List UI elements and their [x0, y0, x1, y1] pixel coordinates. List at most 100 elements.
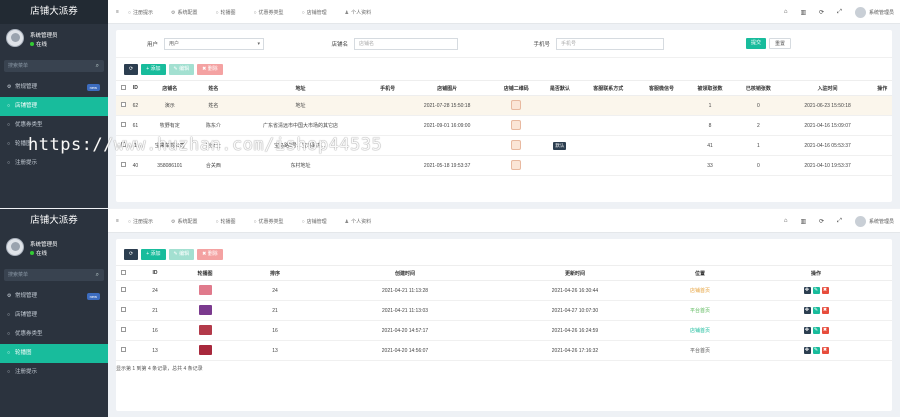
- cell-banner-image[interactable]: [180, 320, 230, 341]
- refresh-icon[interactable]: ⟳: [819, 9, 824, 16]
- cell-qrcode[interactable]: [492, 95, 541, 116]
- banner-thumbnail[interactable]: [198, 344, 212, 355]
- cell-qrcode[interactable]: [492, 115, 541, 136]
- sidebar-item-register-tips[interactable]: ○ 注册提示: [0, 154, 108, 173]
- cell-banner-image[interactable]: [180, 340, 230, 361]
- table-row[interactable]: 13 13 2021-04-20 14:56:07 2021-04-26 17:16:…: [116, 340, 892, 361]
- col-address[interactable]: 地址: [227, 80, 374, 96]
- col-shop-image[interactable]: 店铺图片: [402, 80, 493, 96]
- search-icon[interactable]: ⌕: [96, 60, 99, 72]
- edit-icon[interactable]: ✎: [812, 307, 820, 314]
- delete-icon[interactable]: ✖: [821, 327, 829, 334]
- col-service-contact[interactable]: 客服联系方式: [579, 80, 638, 96]
- tab-shops[interactable]: ○ 店铺管理: [302, 9, 336, 16]
- add-button[interactable]: + 添加: [141, 63, 166, 75]
- user-filter-select[interactable]: 用户 ▾: [164, 37, 264, 50]
- trash-icon[interactable]: ▥: [800, 218, 806, 225]
- tab-system-config[interactable]: ⚙ 系统配置: [171, 218, 207, 225]
- row-checkbox[interactable]: [116, 320, 130, 341]
- banner-thumbnail[interactable]: [198, 304, 212, 315]
- col-sort[interactable]: 排序: [230, 265, 320, 281]
- sidebar-search-input[interactable]: 搜索菜单 ⌕: [4, 60, 104, 72]
- submit-button[interactable]: 提交: [746, 38, 767, 49]
- delete-icon[interactable]: ✖: [821, 347, 829, 354]
- avatar[interactable]: [854, 6, 866, 18]
- col-updated[interactable]: 更新时间: [490, 265, 660, 281]
- tab-system-config[interactable]: ⚙ 系统配置: [171, 9, 207, 16]
- edit-icon[interactable]: ✎: [812, 287, 820, 294]
- add-button[interactable]: + 添加: [141, 248, 166, 260]
- delete-icon[interactable]: ✖: [821, 307, 829, 314]
- cell-qrcode[interactable]: [492, 135, 541, 156]
- tab-coupon-types[interactable]: ○ 优惠券类型: [254, 218, 293, 225]
- sidebar-search-input[interactable]: 搜索菜单 ⌕: [4, 269, 104, 281]
- sidebar-item-coupon-types[interactable]: ○ 优惠券类型: [0, 116, 108, 135]
- refresh-icon[interactable]: ⟳: [819, 218, 824, 225]
- sidebar-item-shops[interactable]: ○ 店铺管理: [0, 306, 108, 325]
- banner-thumbnail[interactable]: [198, 324, 212, 335]
- col-service-wechat[interactable]: 客服微信号: [637, 80, 686, 96]
- select-all-checkbox[interactable]: [116, 265, 130, 281]
- phone-filter-input[interactable]: 手机号: [556, 37, 664, 50]
- col-shop-name[interactable]: 店铺名: [140, 80, 199, 96]
- table-row[interactable]: 21 21 2021-04-21 11:13:03 2021-04-27 10:07:…: [116, 300, 892, 321]
- delete-icon[interactable]: ✖: [821, 287, 829, 294]
- tab-banners[interactable]: ○ 轮播图: [215, 9, 244, 16]
- admin-name[interactable]: 系统管理员: [869, 218, 894, 225]
- delete-button[interactable]: ✖ 删除: [197, 63, 223, 75]
- tab-profile[interactable]: ♟ 个人资料: [345, 218, 381, 225]
- tab-register-tips[interactable]: ○ 注册提示: [128, 9, 162, 16]
- refresh-button[interactable]: ⟳: [124, 248, 139, 260]
- row-checkbox[interactable]: [116, 340, 130, 361]
- search-icon[interactable]: ⌕: [96, 269, 99, 281]
- col-created[interactable]: 创建时间: [320, 265, 490, 281]
- col-id[interactable]: ID: [130, 265, 180, 281]
- banner-thumbnail[interactable]: [198, 284, 212, 295]
- row-checkbox[interactable]: [116, 115, 130, 136]
- row-checkbox[interactable]: [116, 95, 130, 116]
- cell-banner-image[interactable]: [180, 280, 230, 301]
- sidebar-item-general[interactable]: ⚙ 常规管理 new: [0, 287, 108, 306]
- home-icon[interactable]: ⌂: [784, 9, 788, 15]
- refresh-button[interactable]: ⟳: [124, 63, 139, 75]
- table-row[interactable]: 61 牧野有定 陈东介 广东省清远市中国大市场的其它店 2021-09-01 1…: [116, 115, 892, 136]
- fullscreen-icon[interactable]: ⤢: [837, 9, 842, 16]
- edit-icon[interactable]: ✎: [812, 347, 820, 354]
- col-banner-image[interactable]: 轮播图: [180, 265, 230, 281]
- edit-button[interactable]: ✎ 编辑: [168, 248, 195, 260]
- col-id[interactable]: ID: [130, 80, 141, 96]
- tab-coupon-types[interactable]: ○ 优惠券类型: [254, 9, 293, 16]
- cell-qrcode[interactable]: [492, 155, 541, 176]
- sidebar-item-register-tips[interactable]: ○ 注册提示: [0, 363, 108, 382]
- row-checkbox[interactable]: [116, 280, 130, 301]
- col-received[interactable]: 被领取张数: [685, 80, 735, 96]
- col-phone[interactable]: 手机号: [373, 80, 403, 96]
- edit-button[interactable]: ✎ 编辑: [168, 63, 195, 75]
- move-icon[interactable]: ✥: [803, 287, 811, 294]
- menu-toggle-icon[interactable]: ≡: [116, 9, 119, 15]
- sidebar-item-banners[interactable]: ○ 轮播图: [0, 344, 108, 363]
- sidebar-item-coupon-types[interactable]: ○ 优惠券类型: [0, 325, 108, 344]
- table-row[interactable]: 24 24 2021-04-21 11:13:28 2021-04-26 16:30:…: [116, 280, 892, 301]
- name-filter-input[interactable]: 店铺名: [354, 37, 458, 50]
- qrcode-image[interactable]: [511, 99, 522, 110]
- reset-button[interactable]: 重置: [769, 38, 792, 49]
- sidebar-item-general[interactable]: ⚙ 常规管理 new: [0, 78, 108, 97]
- table-row[interactable]: 40 358086101 合关西 东村地址 2021-05-18 19:53:3…: [116, 155, 892, 176]
- cell-banner-image[interactable]: [180, 300, 230, 321]
- table-row[interactable]: 16 16 2021-04-20 14:57:17 2021-04-26 16:24:…: [116, 320, 892, 341]
- fullscreen-icon[interactable]: ⤢: [837, 218, 842, 225]
- select-all-checkbox[interactable]: [116, 80, 130, 96]
- qrcode-image[interactable]: [511, 119, 522, 130]
- col-default[interactable]: 是否默认: [540, 80, 580, 96]
- qrcode-image[interactable]: [511, 159, 522, 170]
- tab-profile[interactable]: ♟ 个人资料: [345, 9, 381, 16]
- sidebar-item-shops[interactable]: ○ 店铺管理: [0, 97, 108, 116]
- edit-icon[interactable]: ✎: [812, 327, 820, 334]
- admin-name[interactable]: 系统管理员: [869, 9, 894, 16]
- col-person[interactable]: 姓名: [198, 80, 228, 96]
- qrcode-image[interactable]: [511, 139, 522, 150]
- row-checkbox[interactable]: [116, 300, 130, 321]
- home-icon[interactable]: ⌂: [784, 218, 788, 224]
- delete-button[interactable]: ✖ 删除: [197, 248, 223, 260]
